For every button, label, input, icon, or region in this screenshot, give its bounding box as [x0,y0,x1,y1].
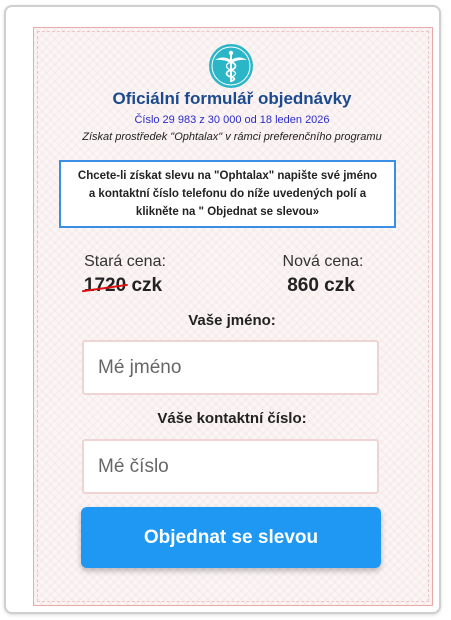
program-text: Získat prostředek "Ophtalax" v rámci pre… [82,131,382,143]
old-price-currency: czk [131,275,163,296]
order-form-card: Oficiální formulář objednávky Číslo 29 9… [4,5,441,614]
old-price-label: Stará cena: [84,253,166,270]
name-input[interactable] [82,340,379,395]
order-discount-button[interactable]: Objednat se slevou [81,507,381,568]
old-price: 1720 czk [63,275,183,297]
phone-input[interactable] [82,439,379,494]
old-price-value: 1720 [83,275,127,296]
discount-notice: Chcete-li získat slevu na "Ophtalax" nap… [59,160,396,228]
caduceus-icon [209,44,253,88]
name-label: Vaše jméno: [188,312,276,329]
phone-label: Váše kontaktní číslo: [157,410,307,427]
new-price-label: Nová cena: [282,253,364,270]
form-title: Oficiální formulář objednávky [112,89,352,108]
discount-notice-text: Chcete-li získat slevu na "Ophtalax" nap… [77,170,378,218]
order-form: Oficiální formulář objednávky Číslo 29 9… [33,27,431,604]
form-number: Číslo 29 983 z 30 000 od 18 leden 2026 [134,114,330,126]
new-price: 860 czk [287,275,355,296]
